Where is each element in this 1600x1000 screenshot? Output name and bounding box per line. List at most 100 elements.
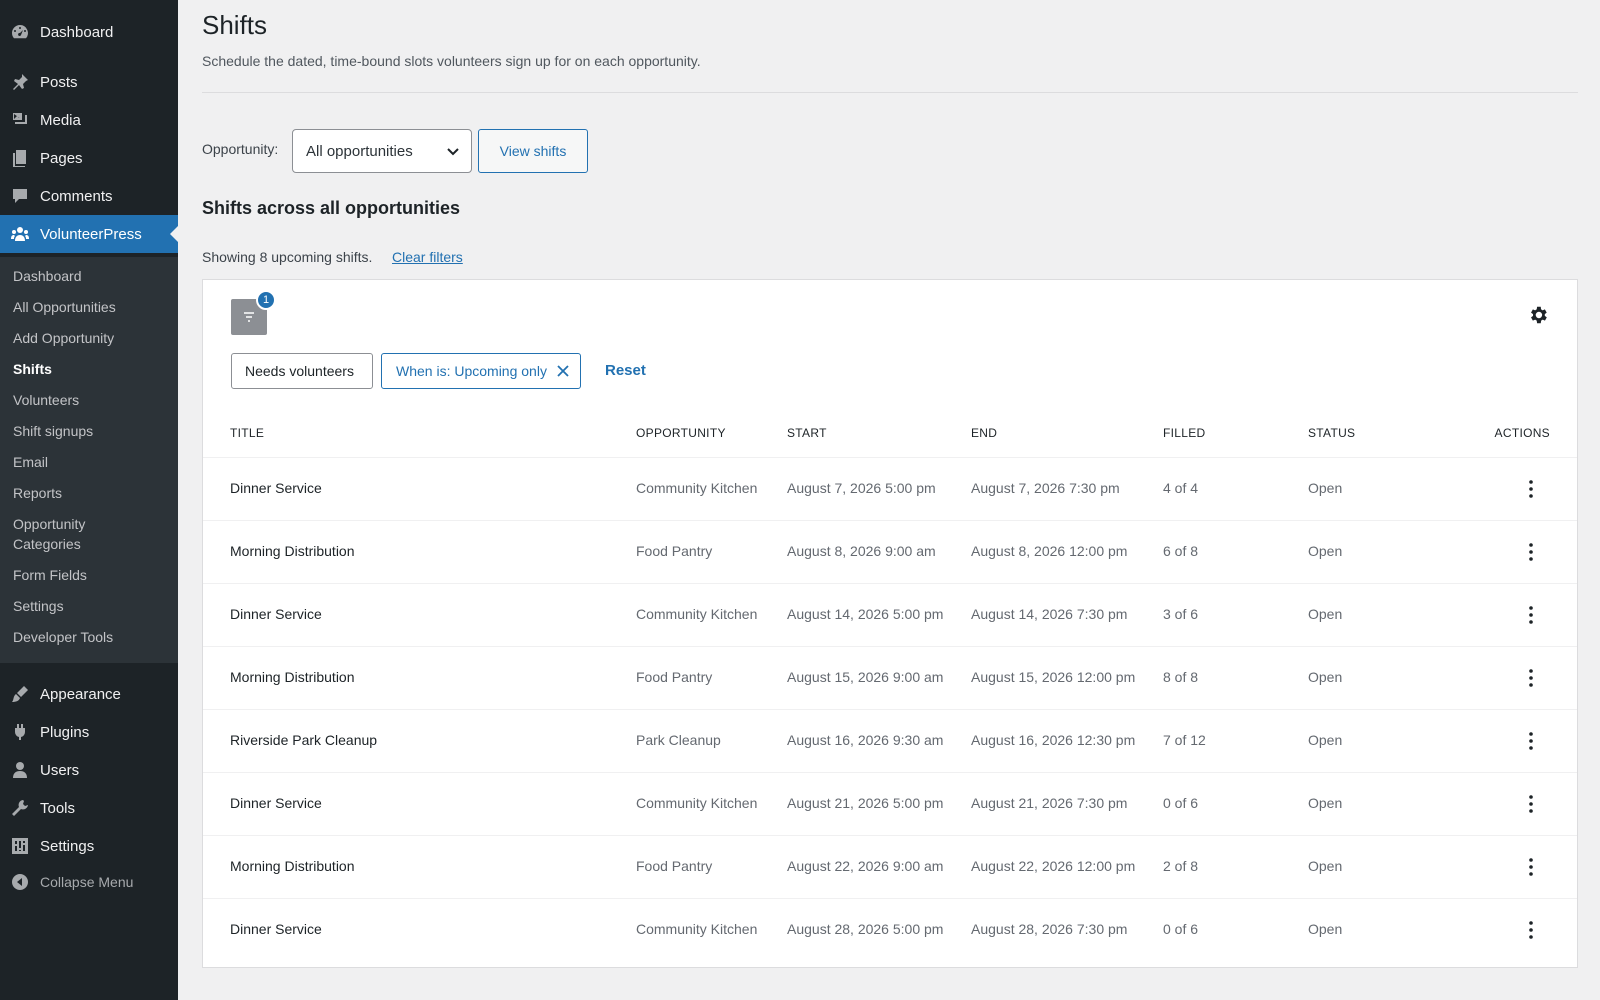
menu-label: Settings <box>40 837 95 855</box>
volunteerpress-submenu: Dashboard All Opportunities Add Opportun… <box>0 257 178 663</box>
menu-comments[interactable]: Comments <box>0 177 178 215</box>
cell-title[interactable]: Morning Distribution <box>230 669 355 685</box>
gear-icon[interactable] <box>1527 304 1549 326</box>
submenu-opportunity-categories[interactable]: Opportunity Categories <box>13 514 123 554</box>
menu-plugins[interactable]: Plugins <box>0 713 178 751</box>
cell-start: August 7, 2026 5:00 pm <box>787 480 936 496</box>
column-header-filled[interactable]: FILLED <box>1163 426 1205 440</box>
row-actions-menu-icon[interactable] <box>1521 478 1541 500</box>
close-icon[interactable] <box>556 364 570 378</box>
chip-label: When is: Upcoming only <box>396 363 547 379</box>
cell-status: Open <box>1308 858 1343 874</box>
cell-start: August 22, 2026 9:00 am <box>787 858 944 874</box>
row-actions-menu-icon[interactable] <box>1521 856 1541 878</box>
comments-icon <box>10 186 30 206</box>
settings-icon <box>10 836 30 856</box>
cell-title[interactable]: Dinner Service <box>230 480 322 496</box>
clear-filters-link[interactable]: Clear filters <box>392 249 463 265</box>
menu-label: Appearance <box>40 685 121 703</box>
table-row[interactable]: Morning Distribution Food Pantry August 15… <box>203 646 1577 709</box>
table-row[interactable]: Dinner Service Community Kitchen August 21… <box>203 772 1577 835</box>
menu-media[interactable]: Media <box>0 101 178 139</box>
cell-opportunity: Community Kitchen <box>636 606 758 622</box>
cell-title[interactable]: Morning Distribution <box>230 858 355 874</box>
table-row[interactable]: Dinner Service Community Kitchen August 7,… <box>203 457 1577 520</box>
menu-dashboard[interactable]: Dashboard <box>0 13 178 51</box>
cell-title[interactable]: Dinner Service <box>230 606 322 622</box>
table-row[interactable]: Morning Distribution Food Pantry August 8,… <box>203 520 1577 583</box>
chevron-down-icon <box>447 148 459 156</box>
submenu-shift-signups[interactable]: Shift signups <box>13 421 163 441</box>
cell-filled: 0 of 6 <box>1163 795 1199 811</box>
cell-end: August 8, 2026 12:00 pm <box>971 543 1128 559</box>
menu-label: Posts <box>40 73 78 91</box>
submenu-settings[interactable]: Settings <box>13 596 163 616</box>
section-title: Shifts across all opportunities <box>202 198 461 218</box>
row-actions-menu-icon[interactable] <box>1521 541 1541 563</box>
opportunity-select[interactable]: All opportunities <box>292 129 472 173</box>
table-row[interactable]: Morning Distribution Food Pantry August 22… <box>203 835 1577 898</box>
cell-end: August 28, 2026 7:30 pm <box>971 921 1128 937</box>
filter-chip-needs-volunteers[interactable]: Needs volunteers <box>231 353 373 389</box>
cell-end: August 16, 2026 12:30 pm <box>971 732 1136 748</box>
cell-status: Open <box>1308 669 1343 685</box>
row-actions-menu-icon[interactable] <box>1521 793 1541 815</box>
table-row[interactable]: Dinner Service Community Kitchen August 28… <box>203 898 1577 961</box>
menu-label: Tools <box>40 799 76 817</box>
submenu-shifts[interactable]: Shifts <box>13 359 163 379</box>
cell-title[interactable]: Dinner Service <box>230 921 322 937</box>
pages-icon <box>10 148 30 168</box>
cell-start: August 8, 2026 9:00 am <box>787 543 936 559</box>
filter-chip-when[interactable]: When is: Upcoming only <box>381 353 581 389</box>
cell-opportunity: Food Pantry <box>636 669 713 685</box>
column-header-status[interactable]: STATUS <box>1308 426 1355 440</box>
menu-settings[interactable]: Settings <box>0 827 178 865</box>
table-row[interactable]: Dinner Service Community Kitchen August 14… <box>203 583 1577 646</box>
cell-title[interactable]: Morning Distribution <box>230 543 355 559</box>
table-row[interactable]: Riverside Park Cleanup Park Cleanup August… <box>203 709 1577 772</box>
cell-title[interactable]: Dinner Service <box>230 795 322 811</box>
submenu-all-opportunities[interactable]: All Opportunities <box>13 297 163 317</box>
column-header-title[interactable]: TITLE <box>230 426 264 440</box>
page-title: Shifts <box>202 10 268 40</box>
submenu-add-opportunity[interactable]: Add Opportunity <box>13 328 163 348</box>
groups-icon <box>10 224 30 244</box>
menu-label: Users <box>40 761 80 779</box>
cell-status: Open <box>1308 921 1343 937</box>
reset-filters-button[interactable]: Reset <box>605 362 646 379</box>
submenu-dashboard[interactable]: Dashboard <box>13 266 163 286</box>
submenu-email[interactable]: Email <box>13 452 163 472</box>
cell-end: August 14, 2026 7:30 pm <box>971 606 1128 622</box>
cell-status: Open <box>1308 732 1343 748</box>
row-actions-menu-icon[interactable] <box>1521 667 1541 689</box>
menu-tools[interactable]: Tools <box>0 789 178 827</box>
main-content: Shifts Schedule the dated, time-bound sl… <box>202 0 1578 1000</box>
cell-filled: 4 of 4 <box>1163 480 1199 496</box>
view-shifts-button[interactable]: View shifts <box>478 129 588 173</box>
menu-users[interactable]: Users <box>0 751 178 789</box>
submenu-developer-tools[interactable]: Developer Tools <box>13 627 163 647</box>
menu-label: Dashboard <box>40 23 114 41</box>
row-actions-menu-icon[interactable] <box>1521 604 1541 626</box>
column-header-opportunity[interactable]: OPPORTUNITY <box>636 426 726 440</box>
divider <box>202 92 1578 93</box>
menu-posts[interactable]: Posts <box>0 63 178 101</box>
cell-opportunity: Food Pantry <box>636 858 713 874</box>
menu-label: VolunteerPress <box>40 225 142 243</box>
pin-icon <box>10 72 30 92</box>
row-actions-menu-icon[interactable] <box>1521 730 1541 752</box>
cell-opportunity: Food Pantry <box>636 543 713 559</box>
media-icon <box>10 110 30 130</box>
menu-pages[interactable]: Pages <box>0 139 178 177</box>
row-actions-menu-icon[interactable] <box>1521 919 1541 941</box>
menu-volunteerpress[interactable]: VolunteerPress <box>0 215 178 253</box>
submenu-reports[interactable]: Reports <box>13 483 163 503</box>
column-header-start[interactable]: START <box>787 426 827 440</box>
collapse-menu-button[interactable]: Collapse Menu <box>0 863 178 901</box>
menu-appearance[interactable]: Appearance <box>0 675 178 713</box>
cell-start: August 16, 2026 9:30 am <box>787 732 944 748</box>
submenu-volunteers[interactable]: Volunteers <box>13 390 163 410</box>
column-header-end[interactable]: END <box>971 426 997 440</box>
submenu-form-fields[interactable]: Form Fields <box>13 565 163 585</box>
cell-title[interactable]: Riverside Park Cleanup <box>230 732 377 748</box>
